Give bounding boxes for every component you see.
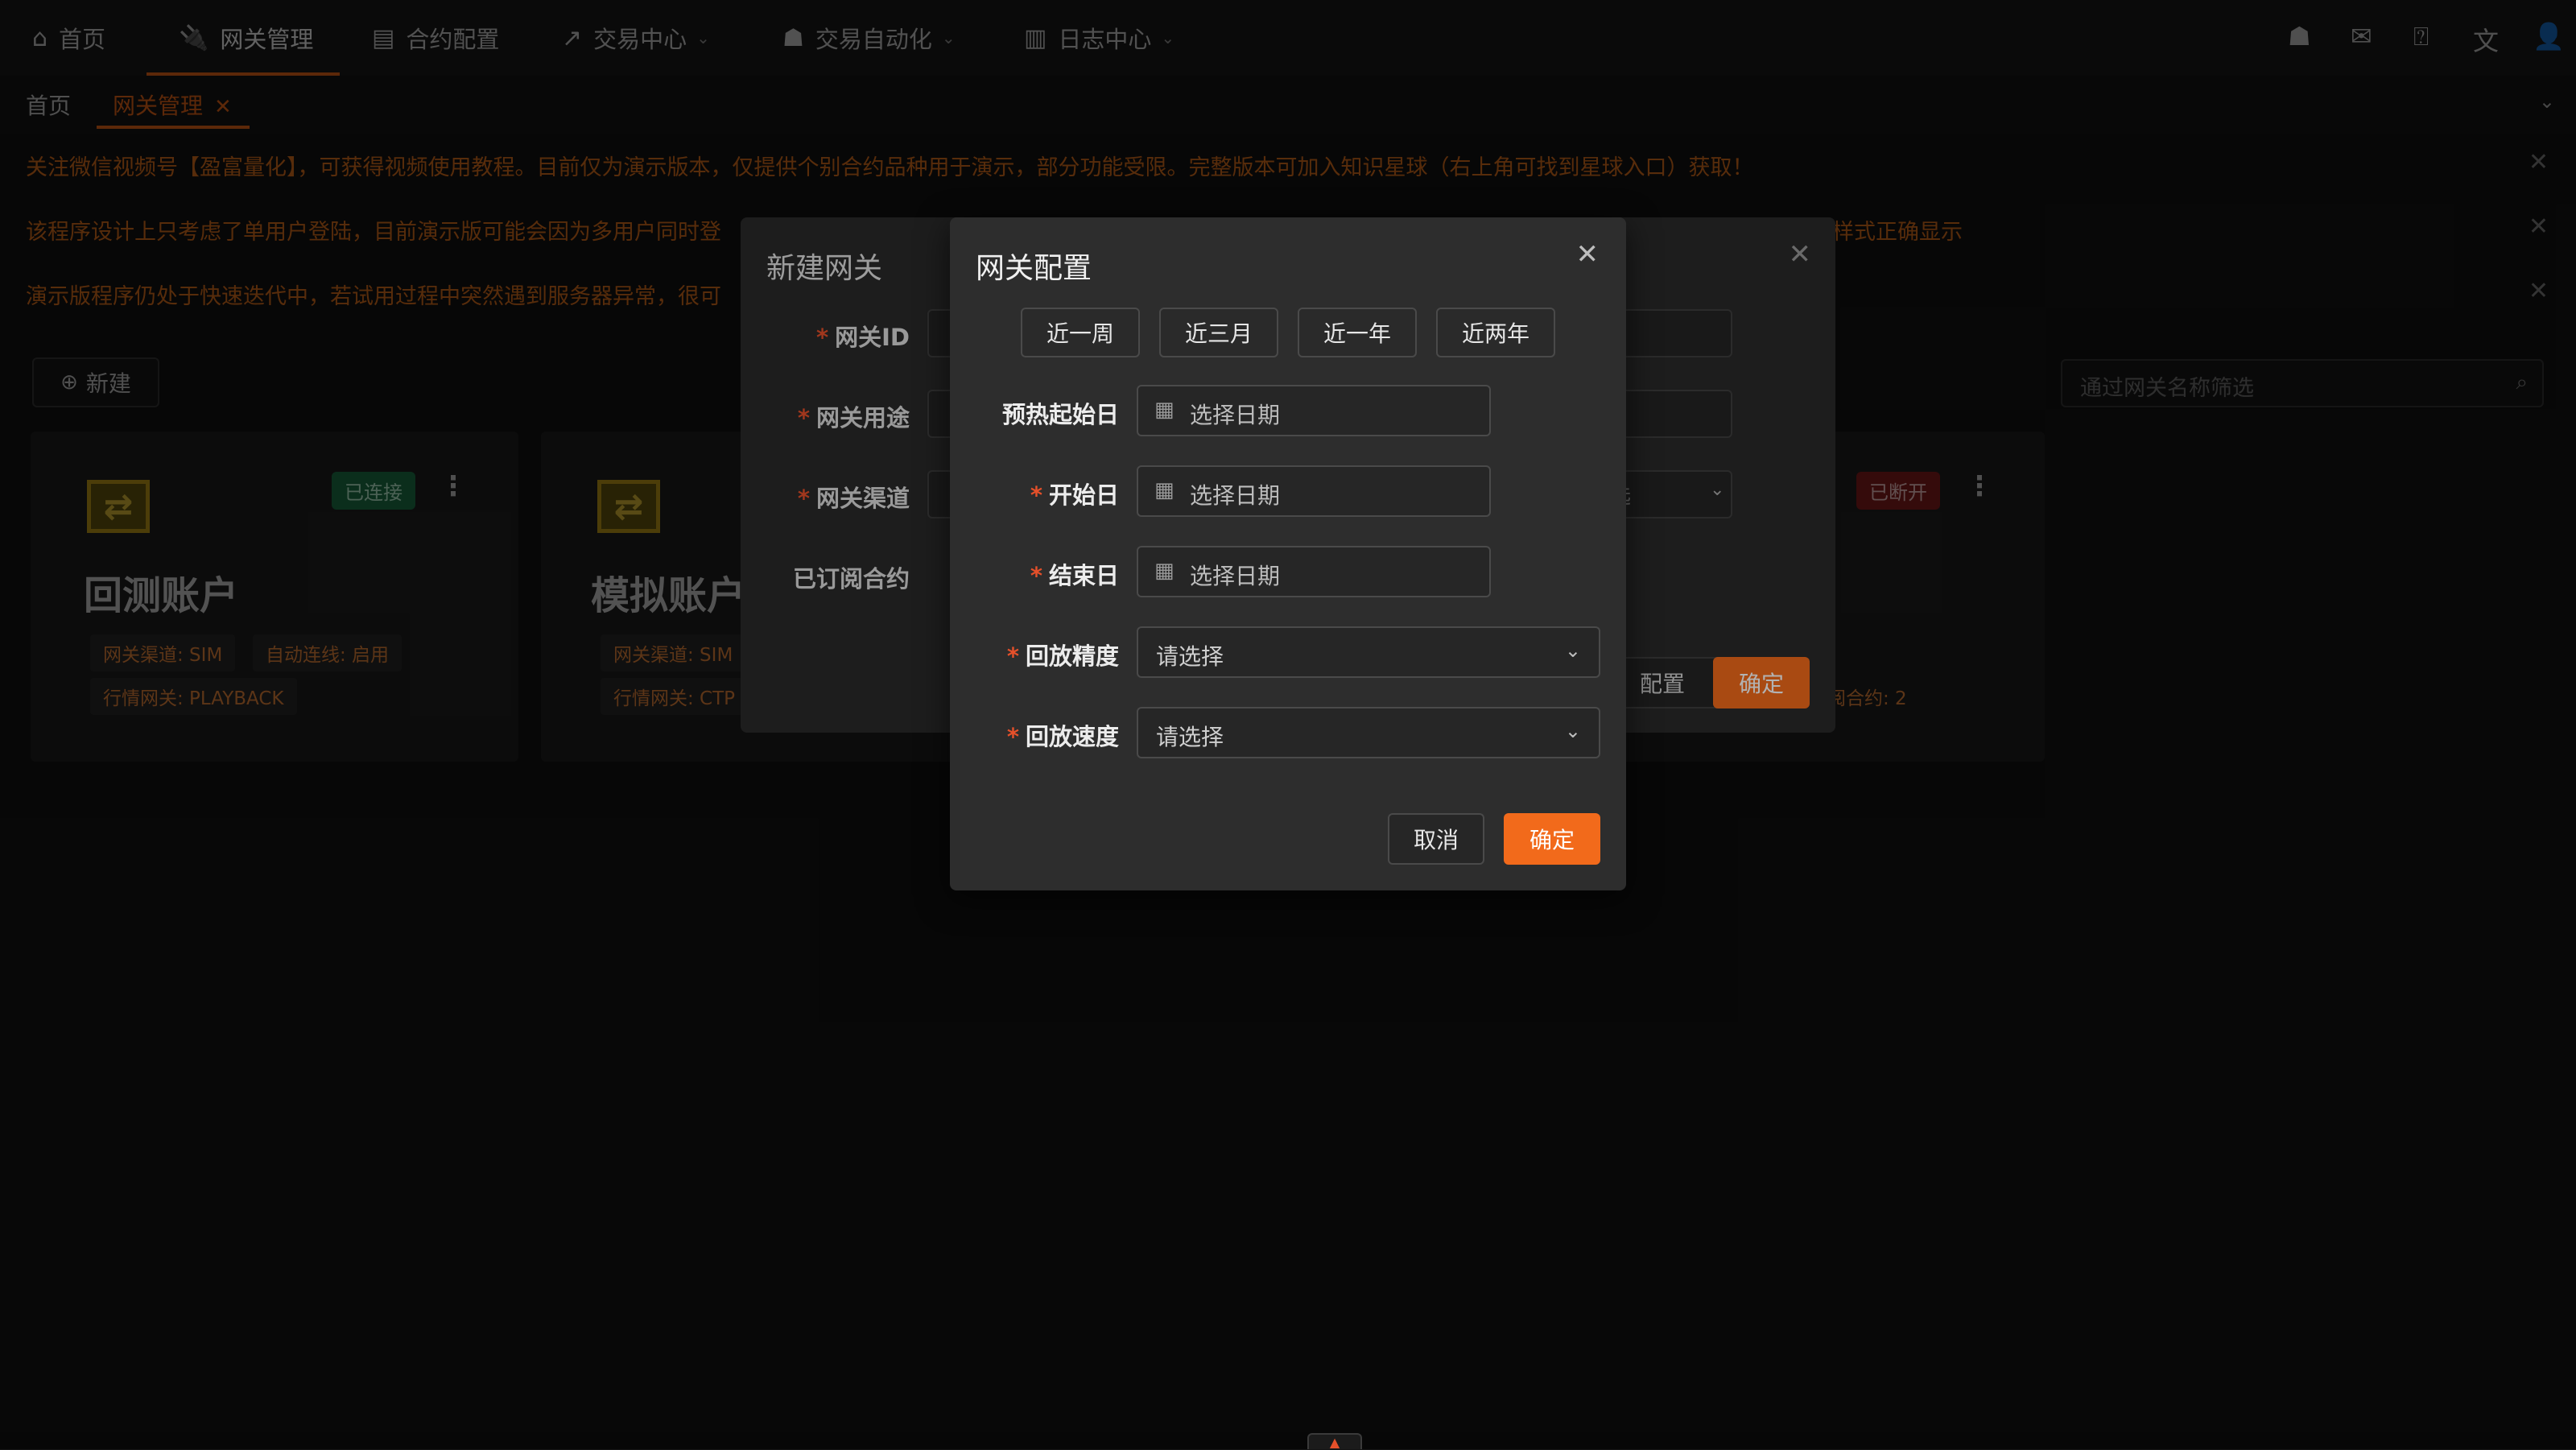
range-1-year-button[interactable]: 近一年	[1298, 308, 1417, 357]
chevron-down-icon: ⌄	[1564, 639, 1581, 662]
calendar-icon: ▦	[1154, 398, 1174, 422]
range-1-week-button[interactable]: 近一周	[1021, 308, 1140, 357]
start-date-picker[interactable]: ▦ 选择日期	[1137, 465, 1491, 517]
confirm-button[interactable]: 确定	[1504, 813, 1600, 865]
range-2-years-button[interactable]: 近两年	[1436, 308, 1555, 357]
cancel-button[interactable]: 取消	[1388, 813, 1484, 865]
warmup-date-picker[interactable]: ▦ 选择日期	[1137, 385, 1491, 436]
close-icon[interactable]: ✕	[1576, 238, 1600, 271]
calendar-icon: ▦	[1154, 478, 1174, 502]
playback-speed-select[interactable]: 请选择 ⌄	[1137, 707, 1600, 758]
select-placeholder: 请选择	[1156, 643, 1224, 670]
end-date-picker[interactable]: ▦ 选择日期	[1137, 546, 1491, 597]
playback-precision-select[interactable]: 请选择 ⌄	[1137, 626, 1600, 678]
date-placeholder: 选择日期	[1190, 482, 1281, 509]
date-placeholder: 选择日期	[1190, 563, 1281, 589]
field-label-end: * 结束日	[1030, 562, 1119, 589]
field-label-warmup: 预热起始日	[1001, 401, 1119, 428]
modal-title: 网关配置	[976, 252, 1092, 285]
gateway-config-modal: 网关配置 ✕ 近一周 近三月 近一年 近两年 预热起始日 ▦ 选择日期 * 开始日…	[950, 217, 1626, 890]
select-placeholder: 请选择	[1156, 724, 1224, 750]
calendar-icon: ▦	[1154, 559, 1174, 583]
date-placeholder: 选择日期	[1190, 402, 1281, 428]
range-3-months-button[interactable]: 近三月	[1159, 308, 1278, 357]
chevron-down-icon: ⌄	[1564, 720, 1581, 742]
scroll-top-icon[interactable]: ▲	[1307, 1433, 1362, 1450]
field-label-speed: * 回放速度	[1006, 723, 1119, 750]
field-label-precision: * 回放精度	[1006, 642, 1119, 670]
field-label-start: * 开始日	[1030, 481, 1119, 509]
